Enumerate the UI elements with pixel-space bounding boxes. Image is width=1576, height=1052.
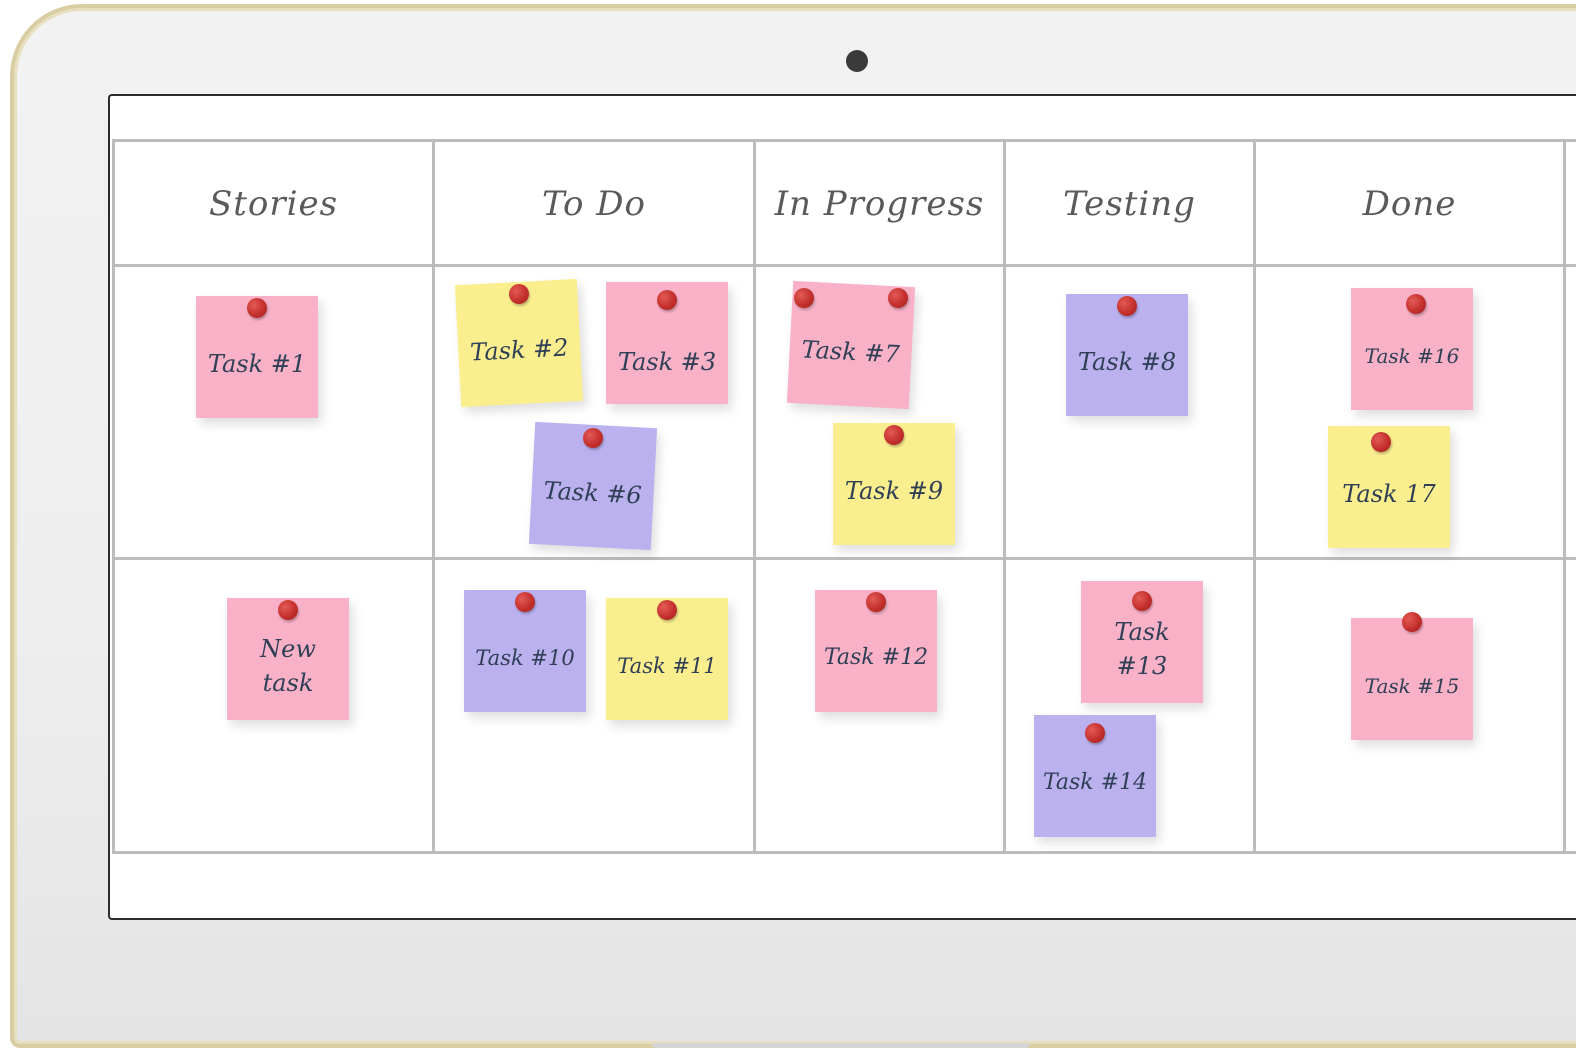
pushpin-icon (1406, 294, 1426, 314)
note-label: Task #14 (1042, 770, 1148, 795)
pushpin-icon (657, 290, 677, 310)
note-label: Task #3 (617, 348, 717, 376)
pushpin-icon (1132, 591, 1152, 611)
grid-line (112, 851, 1576, 854)
note-label: Task #16 (1364, 344, 1460, 368)
webcam (846, 50, 868, 72)
pushpin-icon (509, 284, 529, 304)
sticky-note-task-15[interactable]: Task #15 (1351, 618, 1473, 740)
note-label: Task #12 (823, 645, 929, 670)
pushpin-icon (794, 288, 814, 308)
pushpin-icon (866, 592, 886, 612)
pushpin-icon (515, 592, 535, 612)
grid-line (112, 557, 1576, 560)
note-label: Task #1 (207, 350, 307, 378)
note-label: Task #10 (475, 646, 575, 670)
column-header-stories: Stories (208, 184, 339, 224)
pushpin-icon (247, 298, 267, 318)
note-label: Task 17 (1342, 480, 1436, 508)
note-label: New task (260, 635, 316, 697)
laptop-hinge-notch (652, 1043, 1030, 1048)
note-label: Task #8 (1077, 348, 1177, 376)
pushpin-icon (1085, 723, 1105, 743)
note-label: Task #7 (800, 335, 901, 369)
column-header-to-do: To Do (541, 184, 647, 224)
grid-line (1563, 139, 1566, 854)
pushpin-icon (1402, 612, 1422, 632)
pushpin-icon (657, 600, 677, 620)
note-label: Task #15 (1364, 674, 1460, 698)
note-label: Task #6 (542, 476, 643, 510)
pushpin-icon (1371, 432, 1391, 452)
pushpin-icon (278, 600, 298, 620)
pushpin-icon (1117, 296, 1137, 316)
note-label: Task #13 (1114, 618, 1170, 680)
note-label: Task #11 (617, 654, 717, 678)
note-label: Task #9 (844, 477, 944, 505)
pushpin-icon (888, 288, 908, 308)
column-header-testing: Testing (1063, 184, 1196, 224)
pushpin-icon (884, 425, 904, 445)
note-label: Task #2 (469, 333, 570, 367)
column-header-done: Done (1362, 184, 1457, 224)
pushpin-icon (583, 428, 603, 448)
column-header-in-progress: In Progress (774, 184, 985, 224)
